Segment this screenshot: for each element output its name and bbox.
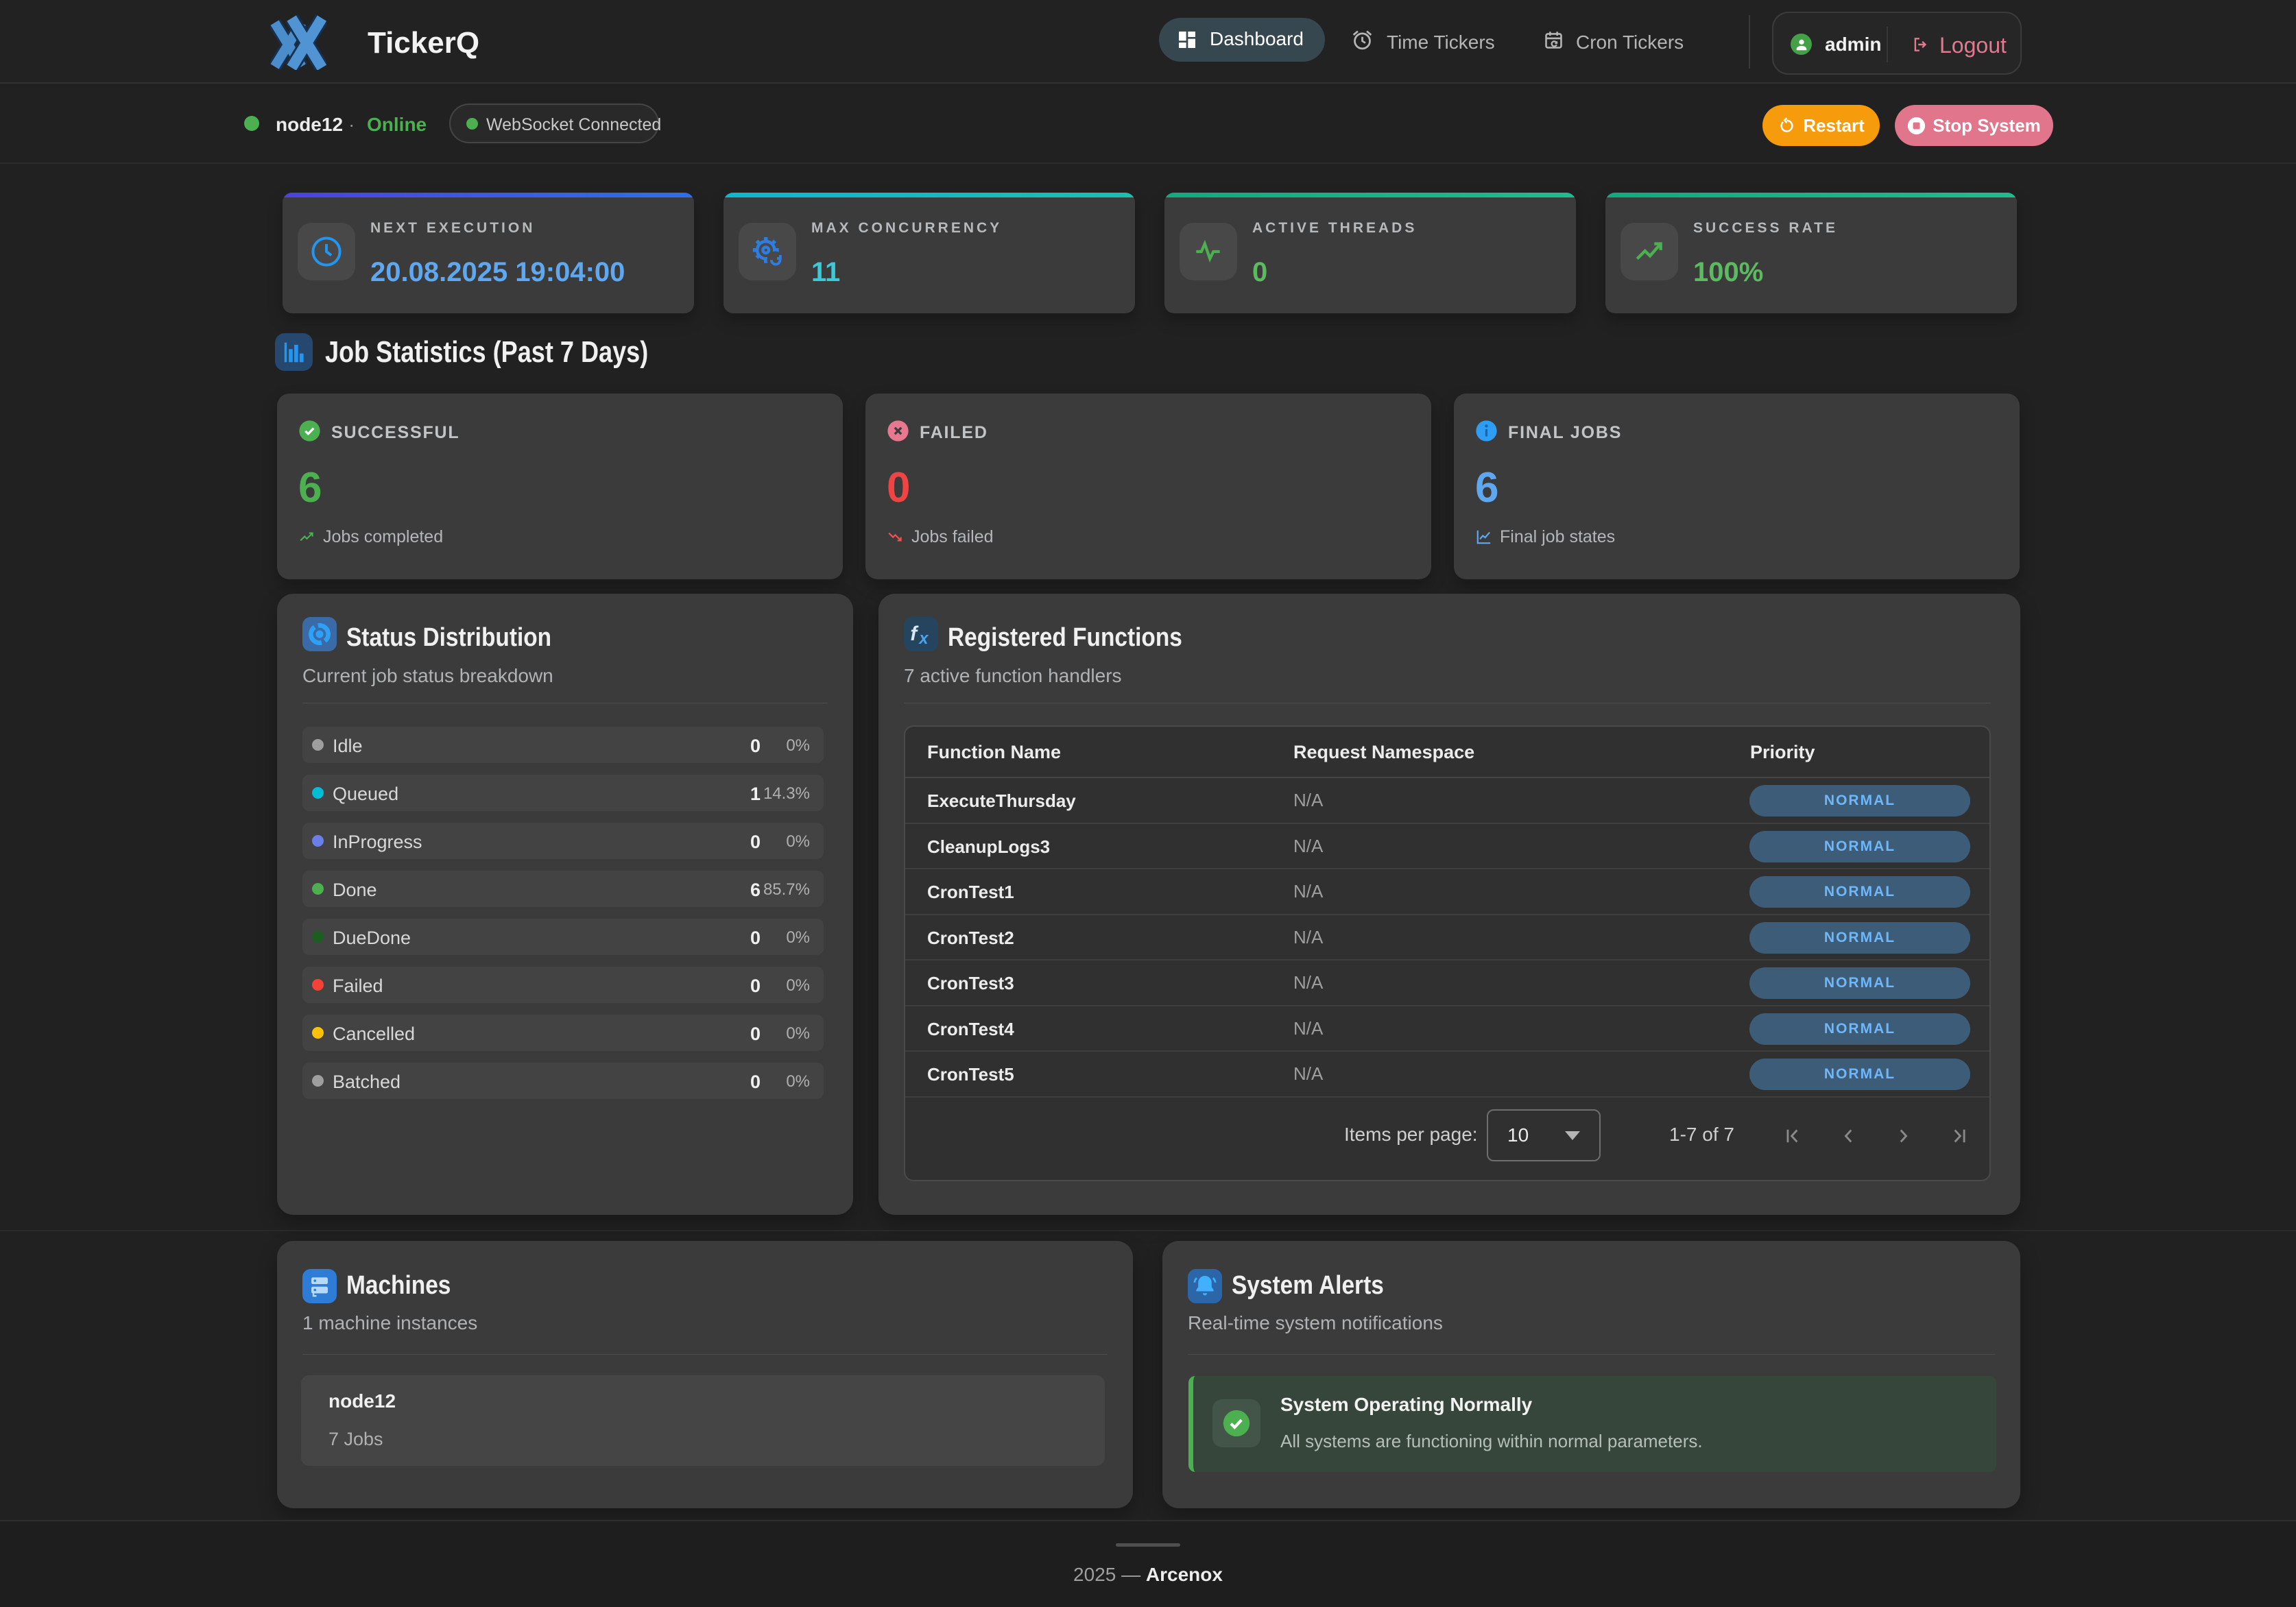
- svg-text:f: f: [910, 623, 919, 645]
- svg-text:x: x: [918, 629, 929, 648]
